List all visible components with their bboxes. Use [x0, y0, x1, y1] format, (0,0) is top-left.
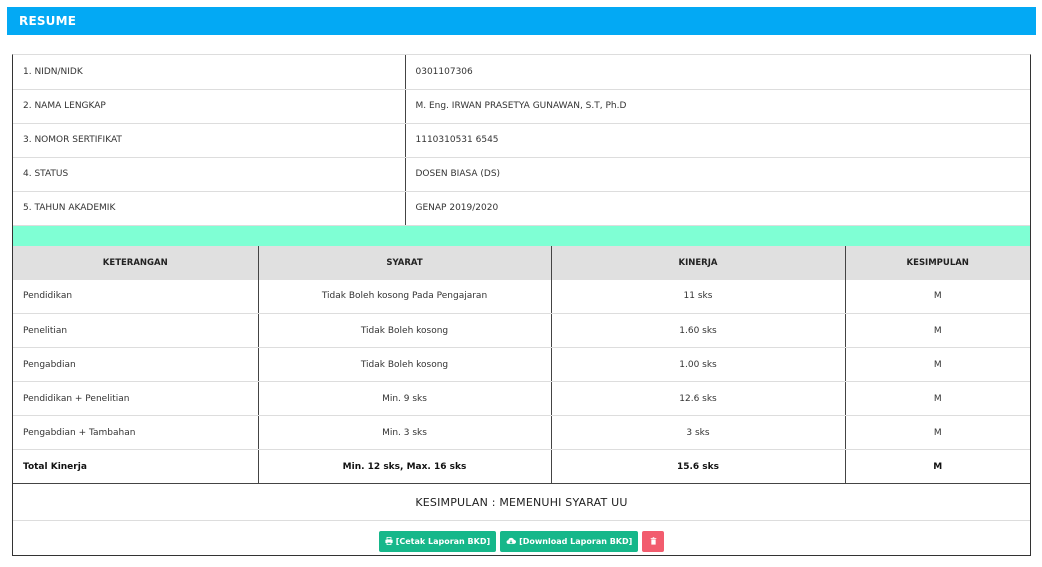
cell-syarat: Tidak Boleh kosong Pada Pengajaran — [258, 279, 552, 314]
academic-year-value: GENAP 2019/2020 — [405, 191, 1030, 226]
cell-kinerja: 1.60 sks — [551, 313, 846, 348]
cell-keterangan: Pengabdian — [13, 347, 259, 382]
action-bar: [Cetak Laporan BKD] [Download Laporan BK… — [13, 521, 1030, 561]
total-kesimpulan: M — [845, 449, 1030, 484]
section-divider — [13, 225, 1030, 246]
table-row: Pendidikan + Penelitian Min. 9 sks 12.6 … — [13, 381, 1030, 416]
nidn-value: 0301107306 — [405, 55, 1030, 90]
page-title: RESUME — [19, 14, 77, 28]
table-header-row: KETERANGAN SYARAT KINERJA KESIMPULAN — [13, 245, 1030, 280]
nidn-label: 1. NIDN/NIDK — [13, 55, 406, 90]
table-row: 3. NOMOR SERTIFIKAT 1110310531 6545 — [13, 123, 1030, 158]
cell-kinerja: 12.6 sks — [551, 381, 846, 416]
cell-syarat: Tidak Boleh kosong — [258, 313, 552, 348]
name-label: 2. NAMA LENGKAP — [13, 89, 406, 124]
cell-keterangan: Penelitian — [13, 313, 259, 348]
table-row: Pengabdian + Tambahan Min. 3 sks 3 sks M — [13, 415, 1030, 450]
printer-icon — [385, 537, 393, 545]
total-row: Total Kinerja Min. 12 sks, Max. 16 sks 1… — [13, 449, 1030, 484]
cell-syarat: Min. 9 sks — [258, 381, 552, 416]
cell-kinerja: 1.00 sks — [551, 347, 846, 382]
cell-kesimpulan: M — [845, 279, 1030, 314]
cell-kesimpulan: M — [845, 381, 1030, 416]
name-value: M. Eng. IRWAN PRASETYA GUNAWAN, S.T, Ph.… — [405, 89, 1030, 124]
cell-kinerja: 11 sks — [551, 279, 846, 314]
trash-icon — [650, 537, 657, 545]
total-label: Total Kinerja — [13, 449, 259, 484]
cell-keterangan: Pengabdian + Tambahan — [13, 415, 259, 450]
print-report-button[interactable]: [Cetak Laporan BKD] — [378, 530, 497, 552]
download-report-button[interactable]: [Download Laporan BKD] — [500, 530, 639, 552]
resume-header: RESUME — [7, 7, 1036, 35]
print-report-label: [Cetak Laporan BKD] — [395, 536, 491, 546]
cell-kesimpulan: M — [845, 313, 1030, 348]
table-row: 4. STATUS DOSEN BIASA (DS) — [13, 157, 1030, 192]
certificate-label: 3. NOMOR SERTIFIKAT — [13, 123, 406, 158]
cell-kinerja: 3 sks — [551, 415, 846, 450]
table-row: Pendidikan Tidak Boleh kosong Pada Penga… — [13, 279, 1030, 314]
performance-table: KETERANGAN SYARAT KINERJA KESIMPULAN Pen… — [13, 245, 1030, 484]
resume-panel: 1. NIDN/NIDK 0301107306 2. NAMA LENGKAP … — [12, 54, 1031, 556]
column-header-syarat: SYARAT — [258, 245, 552, 280]
table-row: Pengabdian Tidak Boleh kosong 1.00 sks M — [13, 347, 1030, 382]
delete-button[interactable] — [642, 530, 665, 552]
column-header-kinerja: KINERJA — [551, 245, 846, 280]
cell-kesimpulan: M — [845, 347, 1030, 382]
status-label: 4. STATUS — [13, 157, 406, 192]
cell-keterangan: Pendidikan + Penelitian — [13, 381, 259, 416]
total-syarat: Min. 12 sks, Max. 16 sks — [258, 449, 552, 484]
column-header-kesimpulan: KESIMPULAN — [845, 245, 1030, 280]
table-row: 2. NAMA LENGKAP M. Eng. IRWAN PRASETYA G… — [13, 89, 1030, 124]
total-kinerja: 15.6 sks — [551, 449, 846, 484]
table-row: 5. TAHUN AKADEMIK GENAP 2019/2020 — [13, 191, 1030, 226]
academic-year-label: 5. TAHUN AKADEMIK — [13, 191, 406, 226]
table-row: 1. NIDN/NIDK 0301107306 — [13, 55, 1030, 90]
column-header-keterangan: KETERANGAN — [13, 245, 259, 280]
conclusion-text: KESIMPULAN : MEMENUHI SYARAT UU — [13, 484, 1030, 521]
table-row: Penelitian Tidak Boleh kosong 1.60 sks M — [13, 313, 1030, 348]
status-value: DOSEN BIASA (DS) — [405, 157, 1030, 192]
download-report-label: [Download Laporan BKD] — [519, 536, 633, 546]
identity-table: 1. NIDN/NIDK 0301107306 2. NAMA LENGKAP … — [13, 55, 1030, 226]
cell-kesimpulan: M — [845, 415, 1030, 450]
cell-keterangan: Pendidikan — [13, 279, 259, 314]
cell-syarat: Tidak Boleh kosong — [258, 347, 552, 382]
certificate-value: 1110310531 6545 — [405, 123, 1030, 158]
cloud-download-icon — [506, 537, 517, 545]
cell-syarat: Min. 3 sks — [258, 415, 552, 450]
